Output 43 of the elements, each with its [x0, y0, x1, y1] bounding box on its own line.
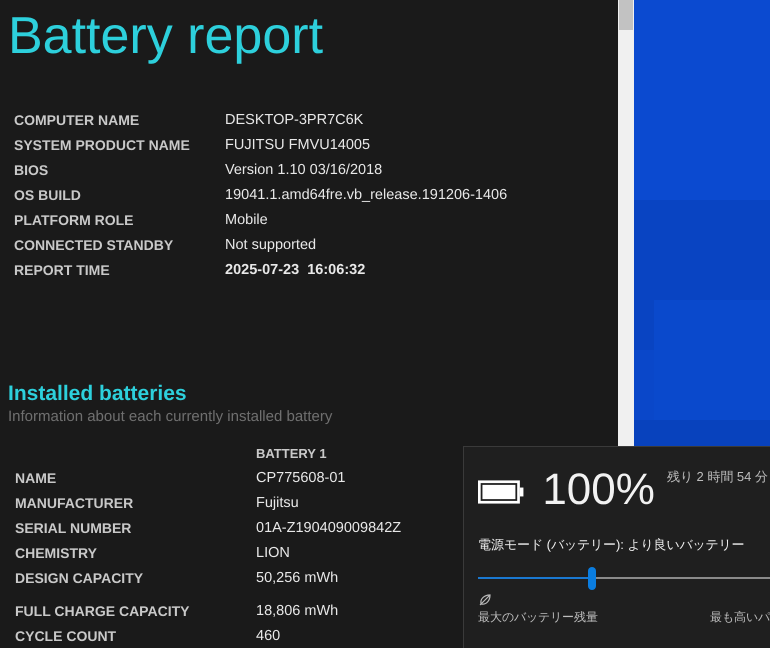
field-label: CHEMISTRY: [15, 544, 98, 563]
scrollbar[interactable]: [618, 0, 634, 446]
field-value: 50,256 mWh: [256, 568, 338, 588]
slider-thumb[interactable]: [588, 566, 596, 590]
field-value: 19041.1.amd64fre.vb_release.191206-1406: [225, 186, 508, 205]
field-value: DESKTOP-3PR7C6K: [225, 110, 364, 130]
power-mode-label: 電源モード (バッテリー): より良いバッテリー: [478, 536, 744, 554]
slider-max-label: 最も高いパ: [710, 608, 770, 626]
scrollbar-thumb[interactable]: [619, 0, 633, 30]
slider-min-label: 最大のバッテリー残量: [478, 608, 598, 626]
field-label: REPORT TIME: [14, 261, 111, 280]
column-header: BATTERY 1: [256, 444, 327, 463]
field-label: SYSTEM PRODUCT NAME: [14, 136, 191, 155]
field-value: Version 1.10 03/16/2018: [225, 160, 382, 180]
leaf-icon: [478, 592, 492, 606]
field-label: COMPUTER NAME: [14, 111, 140, 130]
power-slider[interactable]: [478, 564, 770, 590]
field-label: CONNECTED STANDBY: [14, 236, 174, 255]
field-value: FUJITSU FMVU14005: [225, 136, 370, 155]
section-heading: Installed batteries: [8, 381, 187, 407]
field-label: CYCLE COUNT: [15, 627, 118, 646]
battery-icon: [478, 479, 524, 505]
field-value: 2025-07-23 16:06:32: [225, 260, 366, 280]
field-label: SERIAL NUMBER: [15, 519, 132, 538]
field-value: 460: [256, 626, 280, 646]
field-label: BIOS: [14, 161, 50, 180]
field-label: MANUFACTURER: [15, 494, 134, 513]
field-label: OS BUILD: [14, 186, 82, 205]
field-value: Mobile: [225, 210, 268, 230]
field-value: CP775608-01: [256, 468, 346, 488]
field-label: NAME: [15, 469, 58, 488]
report-title: Battery report: [8, 6, 324, 67]
field-value: Not supported: [225, 236, 316, 255]
field-label: DESIGN CAPACITY: [15, 569, 144, 588]
time-remaining: 残り 2 時間 54 分: [666, 468, 768, 486]
field-value: LION: [256, 544, 290, 563]
field-label: PLATFORM ROLE: [14, 211, 135, 230]
field-value: Fujitsu: [256, 494, 299, 513]
battery-percent: 100%: [542, 465, 655, 515]
field-value: 01A-Z190409009842Z: [256, 518, 402, 538]
field-value: 18,806 mWh: [256, 602, 338, 621]
section-subtitle: Information about each currently installed battery: [8, 407, 332, 427]
field-label: FULL CHARGE CAPACITY: [15, 602, 190, 621]
